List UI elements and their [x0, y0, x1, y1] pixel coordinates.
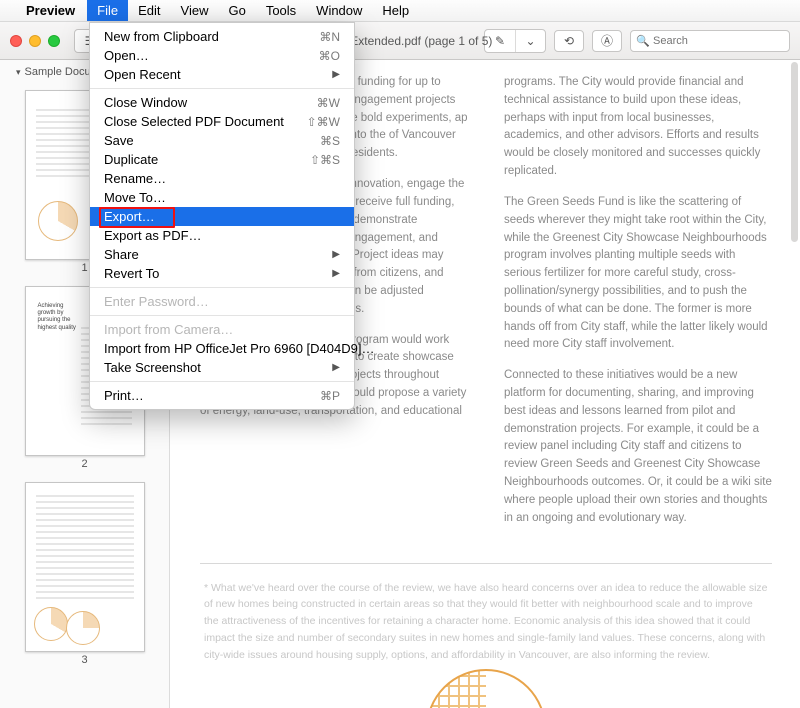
window-controls	[10, 35, 60, 47]
menu-separator	[90, 315, 354, 316]
footnote-text: * What we've heard over the course of th…	[200, 580, 772, 684]
menu-item-label: Import from HP OfficeJet Pro 6960 [D404D…	[104, 341, 374, 356]
minimize-window-button[interactable]	[29, 35, 41, 47]
menu-item-label: Revert To	[104, 266, 159, 281]
submenu-arrow-icon: ▶	[332, 69, 340, 80]
menu-item-enter-password: Enter Password…	[90, 292, 354, 311]
menu-item-label: Enter Password…	[104, 294, 209, 309]
submenu-arrow-icon: ▶	[332, 249, 340, 260]
horizontal-rule	[200, 563, 772, 564]
menu-item-label: Export as PDF…	[104, 228, 202, 243]
page-graphic: From Improvement to Innovation	[200, 689, 772, 708]
annotate-button[interactable]: Ⓐ	[592, 30, 622, 52]
pie-chart-icon	[66, 611, 100, 645]
markup-menu-button[interactable]: ⌄	[515, 30, 545, 52]
menu-item-label: Rename…	[104, 171, 166, 186]
page-thumbnail-3[interactable]	[25, 482, 145, 652]
search-icon: 🔍	[636, 34, 650, 47]
menu-item-duplicate[interactable]: Duplicate ⇧⌘S	[90, 150, 354, 169]
menu-item-new-from-clipboard[interactable]: New from Clipboard ⌘N	[90, 27, 354, 46]
menu-item-label: Share	[104, 247, 139, 262]
zoom-window-button[interactable]	[48, 35, 60, 47]
menu-help[interactable]: Help	[372, 0, 419, 21]
menu-separator	[90, 381, 354, 382]
menu-edit[interactable]: Edit	[128, 0, 170, 21]
menu-item-take-screenshot[interactable]: Take Screenshot ▶	[90, 358, 354, 377]
menu-item-label: Take Screenshot	[104, 360, 201, 375]
submenu-arrow-icon: ▶	[332, 362, 340, 373]
menu-item-label: Duplicate	[104, 152, 158, 167]
menu-item-shortcut: ⌘N	[319, 30, 340, 44]
menu-file[interactable]: File	[87, 0, 128, 21]
menu-item-label: Move To…	[104, 190, 166, 205]
app-name[interactable]: Preview	[26, 3, 75, 18]
menu-item-import-from-camera: Import from Camera…	[90, 320, 354, 339]
menu-item-export-as-pdf[interactable]: Export as PDF…	[90, 226, 354, 245]
page-number-label: 3	[0, 654, 169, 666]
menu-bar: Preview File Edit View Go Tools Window H…	[0, 0, 800, 22]
menu-item-label: Close Selected PDF Document	[104, 114, 284, 129]
pie-chart-icon	[38, 201, 78, 241]
menu-item-label: Export…	[104, 209, 155, 224]
menu-item-open[interactable]: Open… ⌘O	[90, 46, 354, 65]
menu-item-close-selected-pdf-document[interactable]: Close Selected PDF Document ⇧⌘W	[90, 112, 354, 131]
menu-separator	[90, 287, 354, 288]
menu-item-label: New from Clipboard	[104, 29, 219, 44]
page-number-label: 2	[0, 458, 169, 470]
menu-item-move-to[interactable]: Move To…	[90, 188, 354, 207]
menu-item-shortcut: ⌘O	[319, 49, 340, 63]
menu-item-shortcut: ⌘W	[317, 96, 340, 110]
menu-item-label: Import from Camera…	[104, 322, 233, 337]
menu-item-close-window[interactable]: Close Window ⌘W	[90, 93, 354, 112]
submenu-arrow-icon: ▶	[332, 268, 340, 279]
menu-item-import-from-hp-officejet-pro-6960-d404d9[interactable]: Import from HP OfficeJet Pro 6960 [D404D…	[90, 339, 354, 358]
menu-item-label: Open…	[104, 48, 149, 63]
menu-item-shortcut: ⌘S	[320, 134, 340, 148]
menu-item-label: Save	[104, 133, 134, 148]
menu-item-shortcut: ⇧⌘S	[310, 153, 340, 167]
menu-window[interactable]: Window	[306, 0, 372, 21]
menu-item-rename[interactable]: Rename…	[90, 169, 354, 188]
menu-item-print[interactable]: Print… ⌘P	[90, 386, 354, 405]
menu-item-shortcut: ⌘P	[320, 389, 340, 403]
menu-item-export[interactable]: Export…	[90, 207, 354, 226]
menu-separator	[90, 88, 354, 89]
menu-item-share[interactable]: Share ▶	[90, 245, 354, 264]
menu-go[interactable]: Go	[218, 0, 255, 21]
menu-item-save[interactable]: Save ⌘S	[90, 131, 354, 150]
text-column-right: programs. The City would provide financi…	[504, 74, 772, 541]
file-menu-dropdown: New from Clipboard ⌘N Open… ⌘O Open Recent ▶ C…	[89, 22, 355, 410]
search-input[interactable]	[630, 30, 790, 52]
menu-view[interactable]: View	[171, 0, 219, 21]
menu-item-open-recent[interactable]: Open Recent ▶	[90, 65, 354, 84]
scrollbar-thumb[interactable]	[791, 62, 798, 242]
menu-item-revert-to[interactable]: Revert To ▶	[90, 264, 354, 283]
menu-item-label: Print…	[104, 388, 144, 403]
menu-tools[interactable]: Tools	[256, 0, 306, 21]
thumb-title: Achieving growth by pursuing the highest…	[38, 303, 80, 332]
pie-chart-icon	[34, 607, 68, 641]
menu-item-shortcut: ⇧⌘W	[307, 115, 340, 129]
menu-item-label: Close Window	[104, 95, 187, 110]
menu-item-label: Open Recent	[104, 67, 181, 82]
rotate-button[interactable]: ⟲	[554, 30, 584, 52]
close-window-button[interactable]	[10, 35, 22, 47]
